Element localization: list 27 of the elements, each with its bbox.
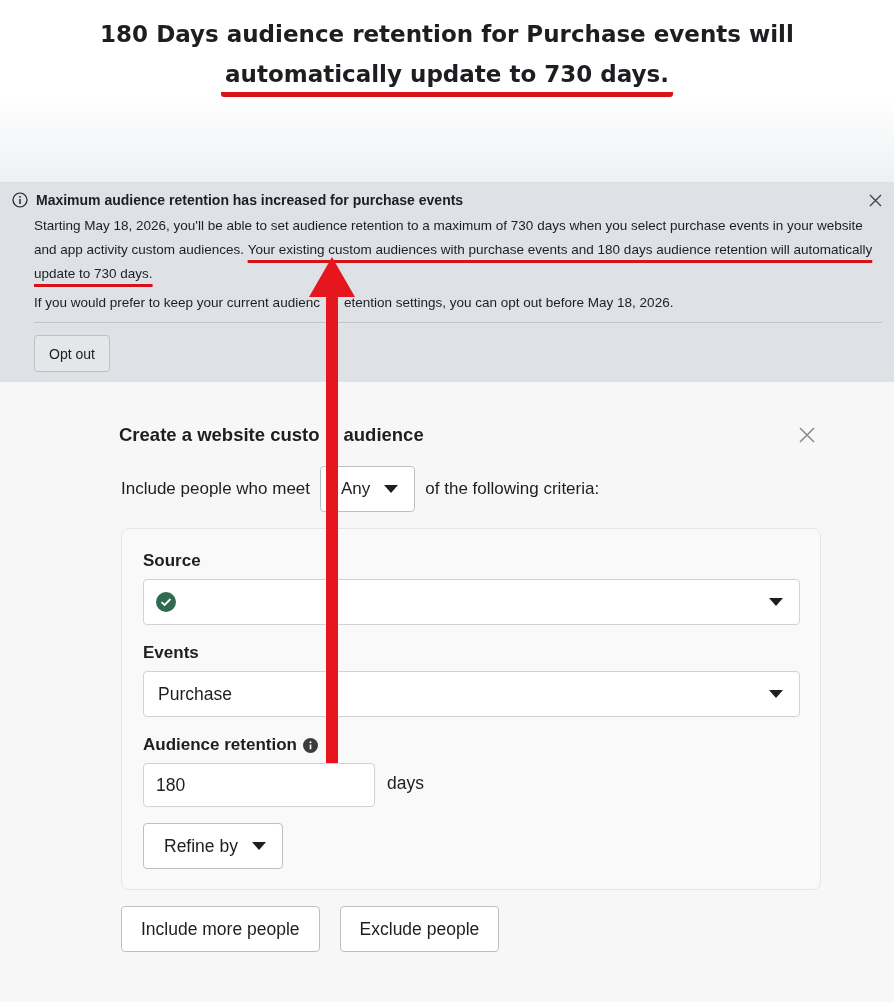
refine-dropdown[interactable]: Refine by	[143, 823, 283, 869]
criteria-suffix: of the following criteria:	[425, 479, 600, 499]
opt-out-note: etention settings, you can opt out before May 18, 2026.	[343, 295, 674, 310]
unit-label: days	[387, 772, 424, 794]
opt-out-button[interactable]: Opt out	[34, 335, 110, 372]
events-dropdown[interactable]: Purchase	[143, 671, 800, 717]
source-dropdown[interactable]	[143, 579, 800, 625]
caret-icon	[769, 598, 783, 606]
action-button[interactable]: Exclude people	[339, 906, 500, 952]
opt-out-note: If you would prefer to keep your current audienc	[34, 295, 320, 310]
dialog-title: audience	[343, 424, 424, 445]
field-label: Source	[143, 551, 202, 571]
caret-icon	[251, 842, 266, 850]
action-button[interactable]: Include more people	[121, 906, 320, 952]
caret-icon	[384, 485, 399, 493]
headline: 180 Days audience retention for Purchase events will	[99, 20, 795, 49]
criteria-prefix: Include people who meet	[121, 479, 311, 499]
field-label: Events	[143, 643, 200, 663]
field-label: Audience retention	[143, 735, 297, 755]
banner-title: Maximum audience retention has increased for purchase events	[36, 192, 465, 208]
dialog-title: Create a website custo	[119, 424, 320, 445]
info-icon	[12, 192, 28, 208]
caret-icon	[769, 690, 783, 698]
banner-message: Starting May 18, 2026, you'll be able to set audience retention to a maximum of 730 days when you select purchase events in your website and app activity custom audiences. Your existing custom audiences with purchase events and 180 days audience retention will automatically update to 730 days.	[34, 217, 874, 283]
close-icon[interactable]	[869, 193, 882, 207]
info-icon[interactable]	[302, 737, 318, 753]
retention-input[interactable]: 180	[143, 763, 375, 807]
